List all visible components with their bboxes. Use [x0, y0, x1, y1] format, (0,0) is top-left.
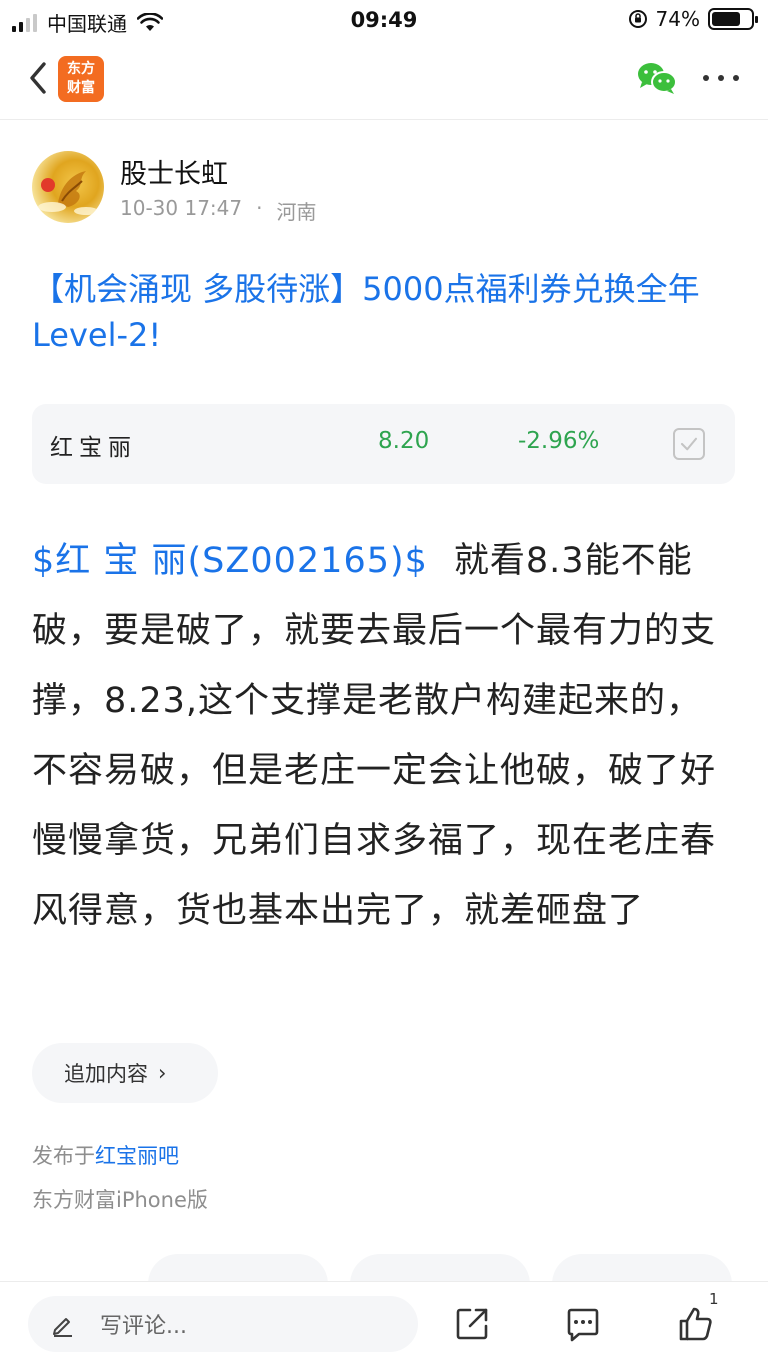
comment-placeholder: 写评论... — [100, 1314, 187, 1339]
more-dots-icon[interactable] — [703, 64, 739, 92]
battery-icon — [708, 8, 758, 30]
nav-bar: 东方 财富 — [0, 40, 768, 120]
pencil-icon — [53, 1318, 72, 1337]
reaction-row-partial — [0, 1254, 768, 1282]
status-bar: 中国联通 09:49 74% — [0, 0, 768, 40]
post-location: 河南 — [276, 200, 317, 224]
stock-bar-link[interactable]: 红宝丽吧 — [95, 1144, 179, 1168]
stock-name: 红宝丽 — [50, 435, 137, 461]
stock-price: 8.20 — [378, 428, 430, 454]
client-info: 东方财富iPhone版 — [32, 1188, 208, 1212]
chevron-right-icon: › — [158, 1061, 167, 1085]
append-label: 追加内容 — [64, 1062, 148, 1086]
logo-line-2: 财富 — [67, 80, 95, 96]
like-count: 1 — [709, 1290, 719, 1308]
published-prefix: 发布于 — [32, 1144, 95, 1168]
stock-mention-link[interactable]: $红 宝 丽(SZ002165)$ — [32, 541, 428, 581]
post-title-link[interactable]: 【机会涌现 多股待涨】5000点福利券兑换全年Level-2! — [32, 266, 740, 358]
wechat-icon[interactable] — [636, 60, 678, 96]
eastmoney-logo[interactable]: 东方 财富 — [58, 56, 104, 102]
reaction-pill[interactable] — [552, 1254, 732, 1282]
post-meta: 10-30 17:47 · 河南 — [120, 196, 316, 225]
add-watchlist-checkbox-icon[interactable] — [673, 428, 705, 460]
author-name[interactable]: 股士长虹 — [120, 152, 228, 191]
avatar[interactable] — [32, 151, 104, 223]
append-content-button[interactable]: 追加内容 › — [32, 1043, 218, 1103]
bottom-action-bar: 写评论... 1 — [0, 1281, 768, 1366]
meta-separator: · — [256, 196, 263, 220]
dragon-avatar-image — [38, 171, 98, 215]
comment-icon[interactable] — [563, 1304, 603, 1344]
post-body-text: 就看8.3能不能破，要是破了，就要去最后一个最有力的支撑，8.23,这个支撑是老… — [32, 541, 717, 931]
published-info: 发布于红宝丽吧 — [32, 1140, 179, 1170]
logo-line-1: 东方 — [67, 61, 95, 77]
stock-quote-card[interactable]: 红宝丽 8.20 -2.96% — [32, 404, 735, 484]
thumbs-up-icon[interactable] — [675, 1304, 715, 1344]
reaction-pill[interactable] — [350, 1254, 530, 1282]
stock-change: -2.96% — [518, 428, 600, 454]
share-icon[interactable] — [452, 1304, 492, 1344]
comment-input[interactable]: 写评论... — [28, 1296, 418, 1352]
status-right: 74% — [628, 7, 758, 31]
chevron-left-icon[interactable] — [22, 58, 58, 98]
post-body: $红 宝 丽(SZ002165)$ 就看8.3能不能破，要是破了，就要去最后一个最… — [32, 526, 738, 946]
post-time: 10-30 17:47 — [120, 196, 243, 220]
reaction-pill[interactable] — [148, 1254, 328, 1282]
battery-percent: 74% — [655, 7, 700, 31]
rotation-lock-icon — [628, 10, 647, 28]
